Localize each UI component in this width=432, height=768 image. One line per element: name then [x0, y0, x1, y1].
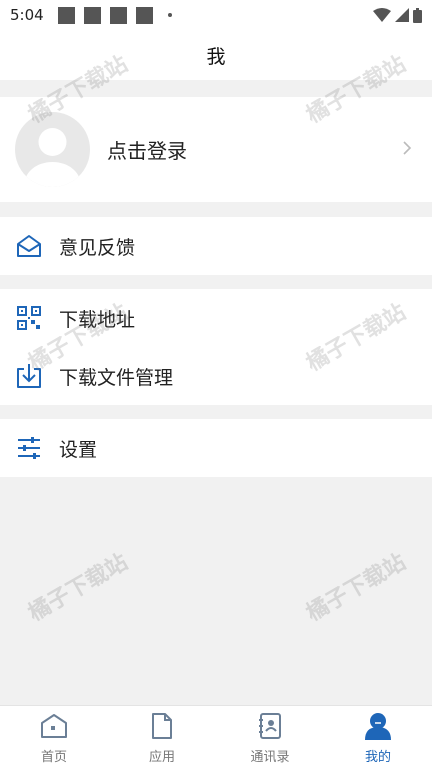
menu-item-download-address[interactable]: 下载地址 [0, 289, 432, 347]
notification-icon [109, 6, 127, 24]
menu-label-download-address: 下载地址 [59, 308, 136, 331]
contacts-icon [256, 712, 284, 740]
menu-item-feedback[interactable]: 意见反馈 [0, 217, 432, 275]
signal-icon [395, 8, 409, 22]
nav-item-apps[interactable]: 应用 [108, 706, 216, 768]
sliders-icon [16, 435, 42, 461]
notification-icon [135, 6, 153, 24]
nav-item-home[interactable]: 首页 [0, 706, 108, 768]
bottom-nav: 首页 应用 通讯录 我的 [0, 705, 432, 768]
menu-label-download-manage: 下载文件管理 [59, 366, 174, 389]
menu-item-download-manage[interactable]: 下载文件管理 [0, 347, 432, 405]
login-profile-card[interactable]: 点击登录 [0, 97, 432, 202]
notification-icon [83, 6, 101, 24]
wifi-icon [373, 8, 391, 22]
status-bar: 5:04 [0, 0, 432, 30]
qr-code-icon [16, 305, 42, 331]
mail-open-icon [16, 233, 42, 259]
notification-icon [57, 6, 75, 24]
menu-item-settings[interactable]: 设置 [0, 419, 432, 477]
login-label: 点击登录 [107, 139, 187, 163]
app-bar: 我 [0, 30, 432, 80]
chevron-right-icon [403, 141, 412, 155]
nav-label-mine: 我的 [364, 750, 391, 765]
nav-label-contacts: 通讯录 [250, 750, 290, 765]
download-tray-icon [16, 363, 42, 389]
screen: 5:04 我 点击登录 意见反馈 下载地址 下载文件管理 设置 橘子下载站 橘子… [0, 0, 432, 768]
avatar [15, 112, 90, 187]
default-avatar-icon [24, 128, 81, 187]
more-notifications-dot-icon [167, 13, 172, 17]
user-icon [364, 712, 392, 740]
menu-label-feedback: 意见反馈 [59, 236, 136, 259]
feedback-group: 意见反馈 [0, 217, 432, 275]
status-indicators [373, 7, 422, 23]
home-icon [40, 712, 68, 740]
nav-label-home: 首页 [40, 750, 67, 765]
file-icon [148, 712, 176, 740]
status-time: 5:04 [10, 6, 44, 24]
nav-item-mine[interactable]: 我的 [324, 706, 432, 768]
menu-label-settings: 设置 [59, 438, 98, 461]
settings-group: 设置 [0, 419, 432, 477]
battery-icon [413, 7, 422, 23]
watermark: 橘子下载站 [24, 549, 133, 627]
nav-label-apps: 应用 [148, 750, 175, 765]
download-group: 下载地址 下载文件管理 [0, 289, 432, 405]
page-title: 我 [206, 45, 226, 68]
nav-item-contacts[interactable]: 通讯录 [216, 706, 324, 768]
watermark: 橘子下载站 [302, 549, 411, 627]
